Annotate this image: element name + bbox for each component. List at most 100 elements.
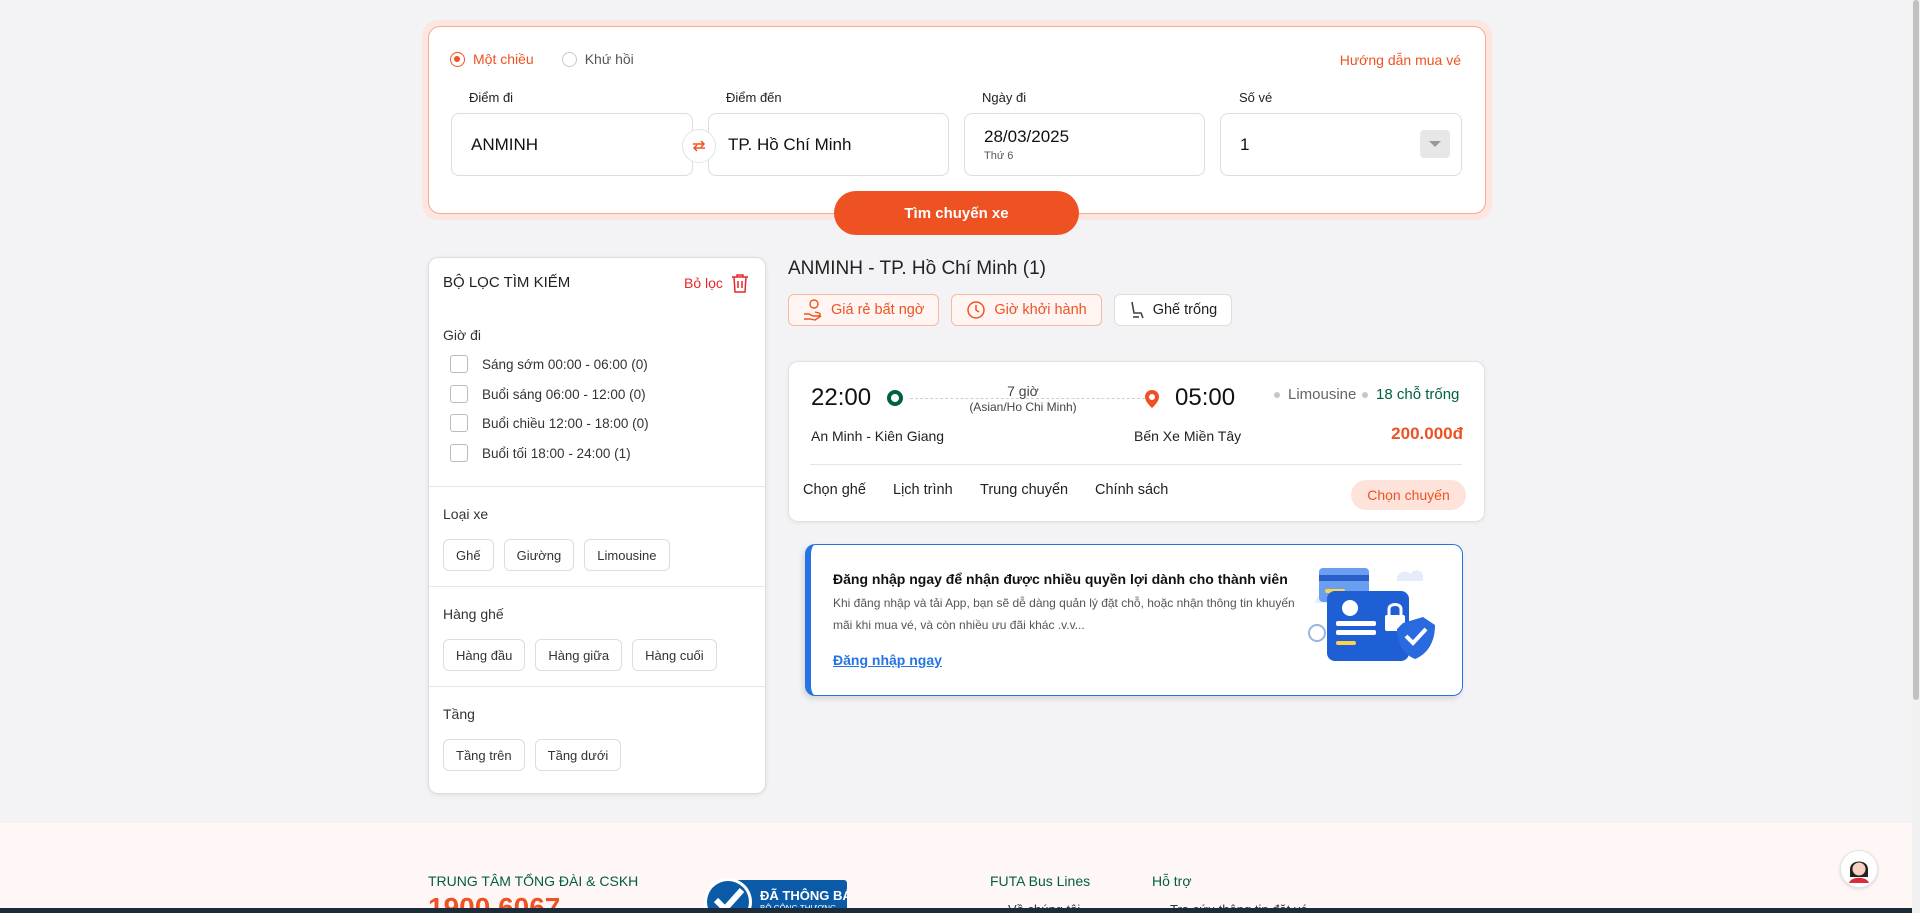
clear-filter-button[interactable]: Bỏ lọc: [684, 273, 749, 293]
divider: [810, 464, 1462, 465]
scrollbar-thumb[interactable]: [1913, 0, 1919, 700]
support-chat-button[interactable]: [1840, 850, 1878, 888]
search-trips-button[interactable]: Tìm chuyến xe: [834, 191, 1079, 235]
clock-icon: [967, 301, 986, 319]
seats-available: 18 chỗ trống: [1362, 386, 1459, 403]
trip-duration: 7 giờ: [1007, 383, 1039, 399]
chip-back-row[interactable]: Hàng cuối: [632, 639, 717, 671]
time-option-afternoon[interactable]: Buổi chiều 12:00 - 18:00 (0): [450, 414, 649, 432]
caret-down-icon: [1429, 141, 1441, 147]
arrival-place: Bến Xe Miền Tây: [1134, 428, 1242, 444]
date-weekday: Thứ 6: [984, 150, 1014, 162]
trip-type-group: Một chiều Khứ hồi: [450, 51, 662, 67]
hand-coin-icon: [804, 299, 822, 321]
trash-icon: [731, 274, 748, 293]
seat-icon: [1130, 301, 1144, 319]
filter-title: BỘ LỌC TÌM KIẾM: [443, 274, 571, 291]
from-field[interactable]: ANMINH: [451, 113, 693, 176]
chip-upper-floor[interactable]: Tầng trên: [443, 739, 525, 771]
footer-hotline-title: TRUNG TÂM TỔNG ĐÀI & CSKH: [428, 873, 639, 889]
divider: [429, 686, 765, 687]
time-option-label: Sáng sớm 00:00 - 06:00 (0): [482, 356, 648, 372]
sort-departure-button[interactable]: Giờ khởi hành: [951, 294, 1102, 326]
sort-cheapest-button[interactable]: Giá rẻ bất ngờ: [788, 294, 940, 326]
footer-support-title: Hỗ trợ: [1152, 873, 1192, 889]
tickets-label: Số vé: [1239, 90, 1273, 105]
time-filter-title: Giờ đi: [443, 327, 481, 343]
footer: [0, 823, 1920, 913]
bus-type-label: Limousine: [1288, 386, 1357, 403]
tab-choose-seat[interactable]: Chọn ghế: [803, 482, 866, 498]
checkbox-icon: [450, 414, 468, 432]
tab-schedule[interactable]: Lịch trình: [893, 482, 953, 498]
date-value: 28/03/2025: [984, 127, 1070, 146]
departure-time: 22:00: [811, 384, 872, 411]
sort-seats-label: Ghế trống: [1152, 302, 1218, 318]
floor-chip-group: Tầng trên Tầng dưới: [443, 739, 631, 771]
seats-available-label: 18 chỗ trống: [1376, 386, 1460, 403]
time-option-evening[interactable]: Buổi tối 18:00 - 24:00 (1): [450, 444, 631, 462]
date-label: Ngày đi: [982, 90, 1027, 105]
sort-departure-label: Giờ khởi hành: [994, 302, 1087, 318]
time-option-morning[interactable]: Buổi sáng 06:00 - 12:00 (0): [450, 385, 646, 403]
sort-cheapest-label: Giá rẻ bất ngờ: [831, 302, 925, 318]
row-filter-title: Hàng ghế: [443, 606, 504, 622]
tickets-dropdown-button[interactable]: [1420, 130, 1450, 158]
tab-transfer[interactable]: Trung chuyển: [980, 482, 1068, 498]
purchase-guide-link[interactable]: Hướng dẫn mua vé: [1340, 52, 1461, 68]
badge-text: ĐÃ THÔNG BÁO: [760, 888, 847, 903]
support-agent-icon: [1849, 861, 1869, 883]
to-field[interactable]: TP. Hồ Chí Minh: [708, 113, 949, 176]
login-now-link[interactable]: Đăng nhập ngay: [833, 652, 942, 668]
radio-one-way[interactable]: Một chiều: [450, 51, 534, 67]
bullet-icon: [1274, 391, 1280, 398]
chip-front-row[interactable]: Hàng đầu: [443, 639, 526, 671]
departure-place: An Minh - Kiên Giang: [811, 428, 945, 444]
checkbox-icon: [450, 355, 468, 373]
chip-seat[interactable]: Ghế: [443, 539, 494, 571]
date-field[interactable]: 28/03/2025 Thứ 6: [964, 113, 1205, 176]
to-label: Điểm đến: [726, 90, 782, 105]
choose-trip-button[interactable]: Chọn chuyến: [1351, 480, 1466, 510]
time-option-early[interactable]: Sáng sớm 00:00 - 06:00 (0): [450, 355, 648, 373]
sort-seats-button[interactable]: Ghế trống: [1113, 294, 1233, 326]
time-option-label: Buổi tối 18:00 - 24:00 (1): [482, 445, 631, 461]
time-option-label: Buổi chiều 12:00 - 18:00 (0): [482, 415, 649, 431]
bullet-icon: [1362, 391, 1368, 398]
chip-lower-floor[interactable]: Tầng dưới: [534, 739, 622, 771]
row-chip-group: Hàng đầu Hàng giữa Hàng cuối: [443, 639, 727, 671]
swap-locations-button[interactable]: [682, 129, 716, 163]
radio-round-trip-label: Khứ hồi: [584, 51, 634, 67]
sort-options: Giá rẻ bất ngờ Giờ khởi hành Ghế trống: [788, 294, 1244, 326]
time-option-label: Buổi sáng 06:00 - 12:00 (0): [482, 386, 646, 402]
swap-arrows-icon: [692, 140, 706, 152]
tab-policy[interactable]: Chính sách: [1095, 482, 1168, 498]
bottom-bar: [0, 908, 1920, 913]
arrival-time: 05:00: [1175, 384, 1236, 411]
radio-empty-icon: [561, 51, 577, 67]
trip-price: 200.000đ: [1391, 424, 1463, 443]
radio-selected-icon: [450, 51, 465, 67]
clear-filter-label: Bỏ lọc: [684, 275, 723, 291]
checkbox-icon: [450, 385, 468, 403]
checkbox-icon: [450, 444, 468, 462]
location-pin-icon: [1145, 390, 1159, 408]
footer-company-title: FUTA Bus Lines: [990, 873, 1091, 889]
from-label: Điểm đi: [469, 90, 514, 105]
divider: [429, 486, 765, 487]
radio-round-trip[interactable]: Khứ hồi: [561, 51, 634, 67]
chip-middle-row[interactable]: Hàng giữa: [535, 639, 623, 671]
departure-point-icon: [887, 390, 903, 406]
vehicle-filter-title: Loại xe: [443, 506, 489, 522]
radio-one-way-label: Một chiều: [473, 51, 534, 67]
chip-limousine[interactable]: Limousine: [584, 539, 670, 571]
route-title: ANMINH - TP. Hồ Chí Minh (1): [788, 258, 1046, 279]
chip-sleeper[interactable]: Giường: [503, 539, 575, 571]
floor-filter-title: Tầng: [443, 706, 475, 722]
divider: [429, 586, 765, 587]
trip-timezone: (Asian/Ho Chi Minh): [969, 400, 1077, 414]
member-card-illustration: [1308, 568, 1435, 661]
from-value: ANMINH: [471, 134, 539, 154]
banner-title: Đăng nhập ngay để nhận được nhiều quyền …: [833, 571, 1288, 587]
to-value: TP. Hồ Chí Minh: [728, 134, 852, 154]
